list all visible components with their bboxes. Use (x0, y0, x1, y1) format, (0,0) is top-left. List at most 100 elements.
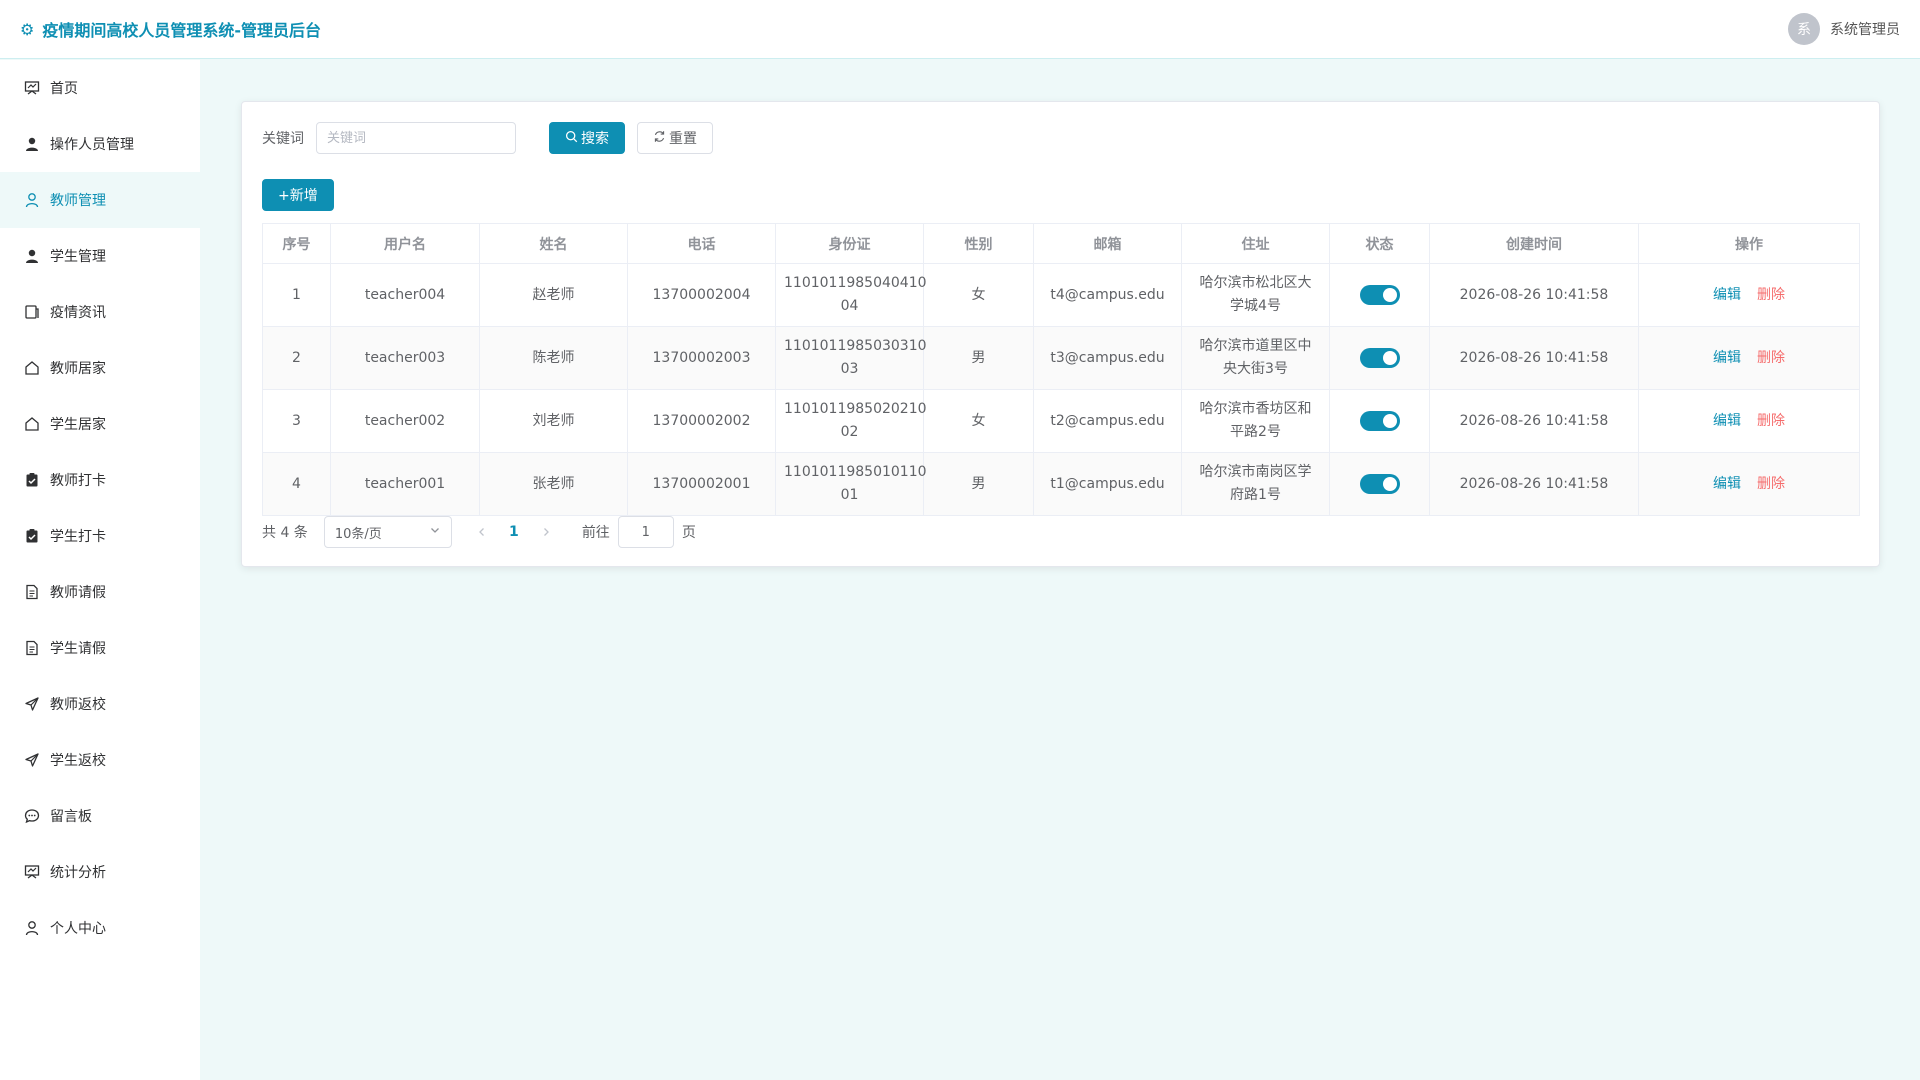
column-header: 电话 (627, 223, 776, 264)
toolbar: +新增 (262, 179, 334, 211)
table-row: 3 teacher002 刘老师 13700002002 11010119850… (262, 389, 1860, 453)
sidebar-item-teacher-checkin[interactable]: 教师打卡 (0, 452, 200, 508)
delete-link[interactable]: 删除 (1757, 413, 1785, 429)
teacher-table: 序号 用户名 姓名 电话 身份证 性别 邮箱 住址 状态 创建时间 操作 1 t… (262, 223, 1860, 516)
sidebar-item-student-leave[interactable]: 学生请假 (0, 620, 200, 676)
cell-name: 陈老师 (479, 326, 628, 390)
cell-phone: 13700002002 (627, 389, 776, 453)
column-header: 姓名 (479, 223, 628, 264)
address-line: 哈尔滨市松北区大 (1199, 275, 1312, 291)
delete-link[interactable]: 删除 (1757, 476, 1785, 492)
brand: ⚙ 疫情期间高校人员管理系统-管理员后台 (20, 17, 321, 41)
cell-phone: 13700002004 (627, 263, 776, 327)
id-card-line: 1101011985020210 (784, 401, 927, 417)
sidebar-item-epidemic-news[interactable]: 疫情资讯 (0, 284, 200, 340)
column-header: 操作 (1638, 223, 1860, 264)
home-icon (24, 416, 40, 432)
status-toggle[interactable] (1359, 347, 1400, 368)
cell-username: teacher002 (330, 389, 480, 453)
search-button[interactable]: 搜索 (549, 122, 625, 154)
cell-actions: 编辑 删除 (1638, 389, 1860, 453)
sidebar-item-operators[interactable]: 操作人员管理 (0, 116, 200, 172)
sidebar-item-label: 教师请假 (50, 585, 106, 601)
id-card-line: 03 (840, 361, 859, 377)
gear-icon: ⚙ (20, 19, 35, 39)
status-toggle[interactable] (1359, 473, 1400, 494)
edit-link[interactable]: 编辑 (1713, 350, 1741, 366)
edit-link[interactable]: 编辑 (1713, 287, 1741, 303)
id-card-line: 04 (840, 298, 859, 314)
sidebar-item-student-checkin[interactable]: 学生打卡 (0, 508, 200, 564)
sidebar-item-students[interactable]: 学生管理 (0, 228, 200, 284)
status-toggle[interactable] (1359, 284, 1400, 305)
edit-link[interactable]: 编辑 (1713, 476, 1741, 492)
chevron-left-icon (478, 528, 484, 536)
cell-email: t1@campus.edu (1033, 452, 1182, 516)
chevron-down-icon (429, 524, 441, 540)
cell-address: 哈尔滨市道里区中 央大街3号 (1181, 326, 1330, 390)
add-button[interactable]: +新增 (262, 179, 334, 211)
sidebar-item-label: 教师打卡 (50, 473, 106, 489)
column-header: 性别 (923, 223, 1034, 264)
prev-page-button[interactable] (470, 518, 494, 546)
id-card-line: 01 (840, 487, 859, 503)
next-page-button[interactable] (534, 518, 558, 546)
search-bar: 关键词 搜索 重置 (262, 122, 713, 154)
chart-icon (24, 864, 40, 880)
refresh-icon (653, 130, 666, 147)
sidebar-item-teacher-leave[interactable]: 教师请假 (0, 564, 200, 620)
column-header: 状态 (1329, 223, 1430, 264)
delete-link[interactable]: 删除 (1757, 287, 1785, 303)
cell-status (1329, 452, 1430, 516)
sidebar-item-message-board[interactable]: 留言板 (0, 788, 200, 844)
address-line: 平路2号 (1230, 424, 1281, 440)
avatar[interactable]: 系 (1788, 13, 1820, 45)
sidebar-item-teacher-return[interactable]: 教师返校 (0, 676, 200, 732)
sidebar-item-student-home[interactable]: 学生居家 (0, 396, 200, 452)
send-icon (24, 752, 40, 768)
cell-created: 2026-08-26 10:41:58 (1429, 326, 1639, 390)
sidebar-item-label: 操作人员管理 (50, 137, 134, 153)
sidebar-item-teacher-home[interactable]: 教师居家 (0, 340, 200, 396)
address-line: 府路1号 (1230, 487, 1281, 503)
search-icon (565, 130, 578, 147)
page-number-current[interactable]: 1 (502, 524, 526, 540)
column-header: 身份证 (775, 223, 924, 264)
user-name[interactable]: 系统管理员 (1830, 19, 1900, 39)
id-card-line: 1101011985040410 (784, 275, 927, 291)
keyword-input[interactable] (316, 122, 516, 154)
cell-index: 1 (262, 263, 331, 327)
address-line: 哈尔滨市南岗区学 (1199, 464, 1312, 480)
column-header: 序号 (262, 223, 331, 264)
dashboard-icon (24, 80, 40, 96)
address-line: 哈尔滨市香坊区和 (1199, 401, 1312, 417)
cell-index: 4 (262, 452, 331, 516)
chat-icon (24, 808, 40, 824)
sidebar-item-student-return[interactable]: 学生返校 (0, 732, 200, 788)
id-card-line: 02 (840, 424, 859, 440)
sidebar-item-teachers[interactable]: 教师管理 (0, 172, 200, 228)
cell-name: 张老师 (479, 452, 628, 516)
cell-actions: 编辑 删除 (1638, 263, 1860, 327)
cell-email: t4@campus.edu (1033, 263, 1182, 327)
goto-prefix: 前往 (581, 525, 610, 541)
delete-link[interactable]: 删除 (1757, 350, 1785, 366)
reset-button[interactable]: 重置 (637, 122, 713, 154)
table-row: 2 teacher003 陈老师 13700002003 11010119850… (262, 326, 1860, 390)
user-filled-icon (24, 136, 40, 152)
table-row: 4 teacher001 张老师 13700002001 11010119850… (262, 452, 1860, 516)
page-size-select[interactable]: 10条/页 (323, 516, 452, 548)
user-menu[interactable]: 系 系统管理员 (1788, 13, 1900, 45)
user-outline-icon (24, 192, 40, 208)
sidebar-item-statistics[interactable]: 统计分析 (0, 844, 200, 900)
sidebar-item-profile[interactable]: 个人中心 (0, 900, 200, 956)
sidebar-item-home[interactable]: 首页 (0, 60, 200, 116)
edit-link[interactable]: 编辑 (1713, 413, 1741, 429)
document-icon (24, 640, 40, 656)
sidebar-item-label: 留言板 (50, 809, 92, 825)
search-button-label: 搜索 (581, 131, 609, 147)
news-icon (24, 304, 40, 320)
status-toggle[interactable] (1359, 410, 1400, 431)
clipboard-check-icon (24, 528, 40, 544)
goto-page-input[interactable] (617, 516, 674, 548)
